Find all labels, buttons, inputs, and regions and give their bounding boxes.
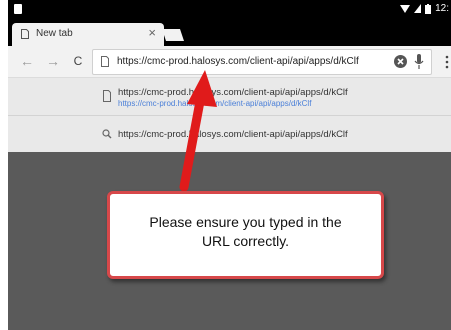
callout-line-2: URL correctly. (201, 233, 290, 249)
suggestion-item[interactable]: https://cmc-prod.halosys.com/client-api/… (8, 116, 451, 152)
annotation-callout: Please ensure you typed in the URL corre… (107, 191, 384, 279)
new-tab-button[interactable] (158, 28, 186, 42)
wifi-icon (400, 5, 411, 13)
callout-text: Please ensure you typed in the URL corre… (110, 213, 381, 251)
suggestions-dropdown: https://cmc-prod.halosys.com/client-api/… (8, 78, 451, 152)
microphone-icon[interactable] (414, 54, 424, 69)
omnibox[interactable] (92, 49, 432, 75)
suggestion-title: https://cmc-prod.halosys.com/client-api/… (118, 87, 348, 98)
status-right-group: 12: (400, 3, 449, 14)
device-screen: 12: New tab × ← → C https://cmc-prod.hal… (8, 0, 451, 330)
address-input[interactable] (117, 52, 387, 71)
search-icon (102, 129, 112, 139)
tab-strip: New tab × (8, 20, 451, 46)
reload-button[interactable]: C (69, 52, 87, 70)
forward-button[interactable]: → (44, 52, 62, 70)
clear-icon[interactable] (394, 55, 407, 68)
back-button[interactable]: ← (18, 52, 36, 70)
suggestion-title: https://cmc-prod.halosys.com/client-api/… (118, 129, 348, 140)
browser-toolbar: ← → C (8, 46, 451, 78)
callout-line-1: Please ensure you typed in the (149, 214, 342, 230)
tab-new-tab[interactable]: New tab × (12, 23, 164, 46)
suggestion-item[interactable]: https://cmc-prod.halosys.com/client-api/… (8, 78, 451, 116)
menu-icon[interactable] (444, 55, 450, 69)
tab-close-button[interactable]: × (148, 25, 156, 40)
page-icon (21, 29, 29, 39)
page-icon (103, 90, 111, 102)
signal-icon (414, 4, 422, 13)
status-time: 12: (435, 3, 449, 14)
battery-icon (425, 3, 432, 14)
page-icon (101, 56, 109, 67)
notification-icon (14, 4, 22, 14)
status-bar: 12: (8, 0, 451, 20)
tab-title: New tab (36, 28, 73, 39)
suggestion-url: https://cmc-prod.halosys.com/client-api/… (118, 99, 312, 108)
